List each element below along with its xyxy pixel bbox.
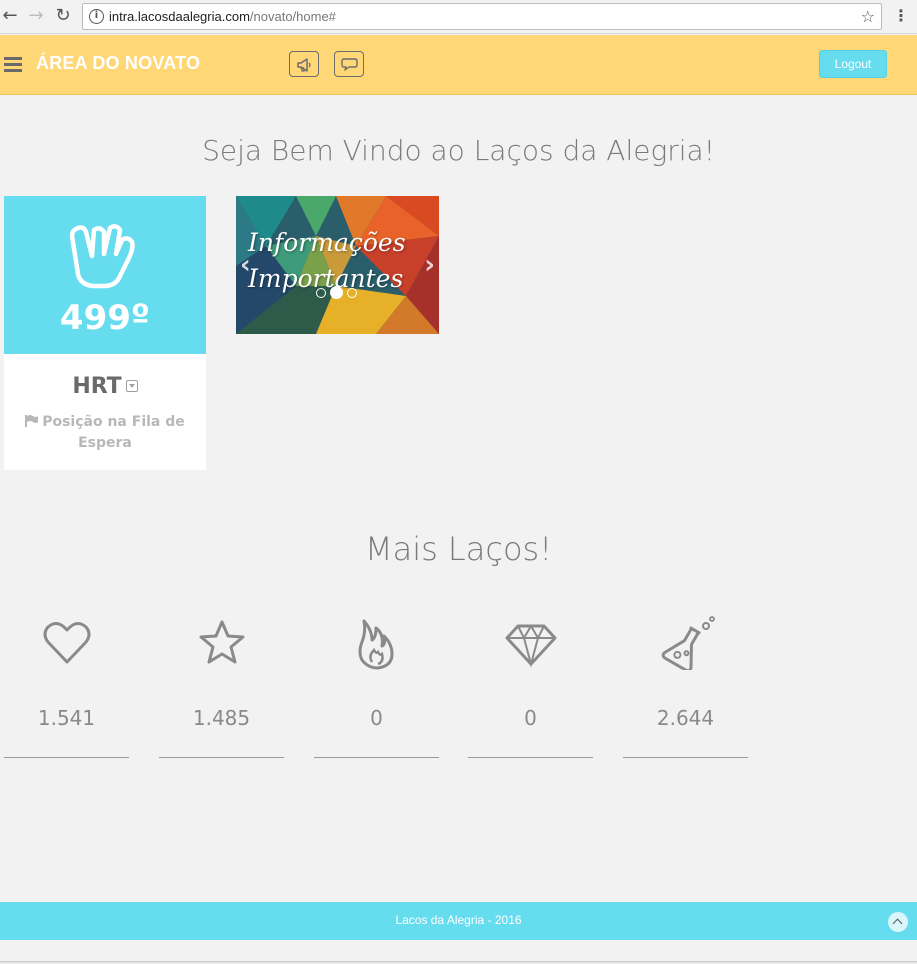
welcome-title: Seja Bem Vindo ao Laços da Alegria! — [202, 134, 715, 167]
carousel-dot[interactable] — [316, 288, 326, 298]
heart-icon — [43, 622, 91, 664]
back-arrow-icon[interactable]: ← — [0, 6, 20, 26]
stat-hearts-value: 1.541 — [37, 706, 96, 730]
url-path: /novato/home# — [249, 9, 336, 24]
app-header: ÁREA DO NOVATO Logout — [0, 35, 917, 95]
browser-toolbar: ← → ↻ i intra.lacosdaalegria.com/novato/… — [0, 0, 917, 34]
forward-arrow-icon[interactable]: → — [26, 6, 46, 26]
carousel-dot[interactable] — [347, 288, 357, 298]
megaphone-icon[interactable] — [289, 51, 319, 77]
queue-position-number: 499º — [59, 298, 151, 338]
queue-card-header: 499º — [4, 196, 206, 354]
back-to-top-icon[interactable] — [888, 912, 908, 932]
queue-label-text: Posição na Fila de Espera — [42, 414, 185, 451]
footer: Lacos da Alegria - 2016 — [0, 902, 917, 940]
stat-hearts: 1.541 — [4, 616, 129, 758]
site-info-icon[interactable]: i — [89, 9, 104, 24]
stat-stars: 1.485 — [159, 616, 284, 758]
stat-flames: 0 — [314, 616, 439, 758]
carousel-dot-active[interactable] — [330, 286, 343, 299]
reload-icon[interactable]: ↻ — [53, 6, 73, 26]
chat-bubble-icon[interactable] — [334, 51, 364, 77]
stat-flasks: 2.644 — [623, 616, 748, 758]
diamond-icon — [505, 624, 557, 668]
bookmark-star-icon[interactable]: ☆ — [861, 7, 875, 26]
url-host: intra.lacosdaalegria.com — [109, 9, 250, 24]
footer-text: Lacos da Alegria - 2016 — [395, 913, 522, 927]
carousel-prev-icon[interactable]: ‹ — [240, 250, 251, 280]
carousel-next-icon[interactable]: › — [424, 250, 435, 280]
stat-stars-value: 1.485 — [192, 706, 251, 730]
flask-icon — [661, 616, 715, 670]
stat-flasks-value: 2.644 — [656, 706, 715, 730]
star-icon — [199, 620, 245, 664]
url-text[interactable]: intra.lacosdaalegria.com/novato/home# — [109, 9, 336, 24]
vulcan-salute-icon — [69, 224, 135, 289]
more-section-title: Mais Laços! — [364, 530, 553, 568]
stat-flames-value: 0 — [370, 706, 383, 730]
carousel-indicators — [316, 286, 366, 300]
browser-menu-icon[interactable]: ⋮ — [893, 6, 909, 25]
logout-button[interactable]: Logout — [819, 50, 887, 78]
carousel-title-line1: Informações — [248, 228, 406, 257]
address-bar[interactable]: i intra.lacosdaalegria.com/novato/home# … — [82, 3, 882, 30]
app-title: ÁREA DO NOVATO — [36, 53, 201, 73]
queue-position-card: 499º HRT Posição na Fila de Espera — [4, 196, 206, 470]
dropdown-icon[interactable] — [125, 380, 138, 392]
flame-icon — [358, 619, 394, 670]
info-carousel[interactable]: Informações Importantes ‹ › — [236, 196, 439, 334]
menu-icon[interactable] — [4, 57, 22, 72]
stat-diamonds-value: 0 — [524, 706, 537, 730]
queue-code: HRT — [72, 374, 122, 399]
flag-icon — [25, 415, 39, 427]
stat-diamonds: 0 — [468, 616, 593, 758]
queue-label: Posição na Fila de Espera — [18, 412, 192, 454]
